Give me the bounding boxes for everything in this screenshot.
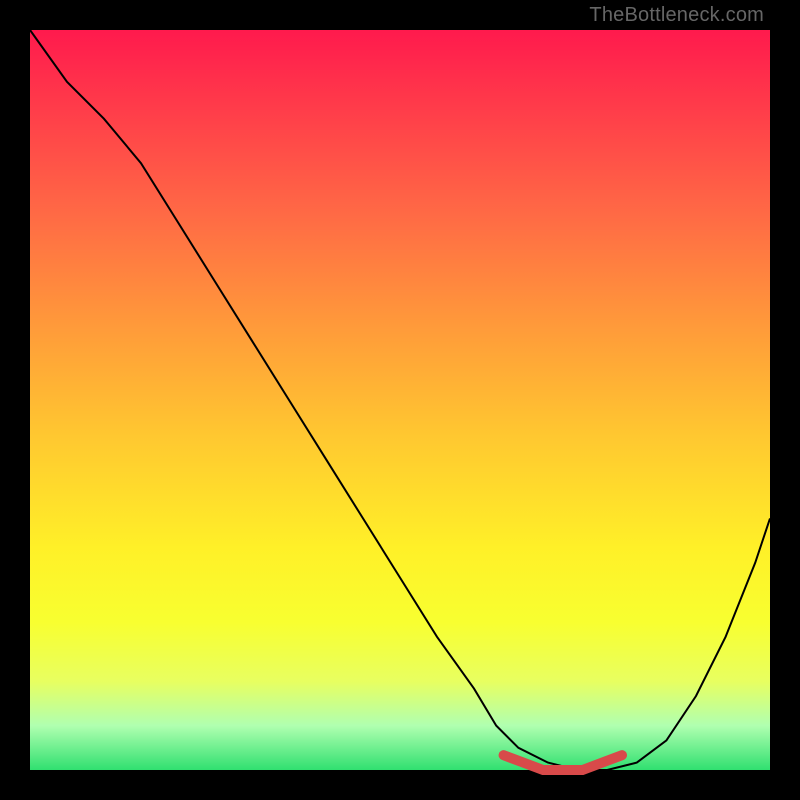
bottleneck-highlight — [504, 755, 622, 770]
watermark-text: TheBottleneck.com — [589, 4, 764, 27]
curve-svg — [30, 30, 770, 770]
chart-frame: TheBottleneck.com — [0, 0, 800, 800]
plot-area — [30, 30, 770, 770]
bottleneck-curve — [30, 30, 770, 770]
